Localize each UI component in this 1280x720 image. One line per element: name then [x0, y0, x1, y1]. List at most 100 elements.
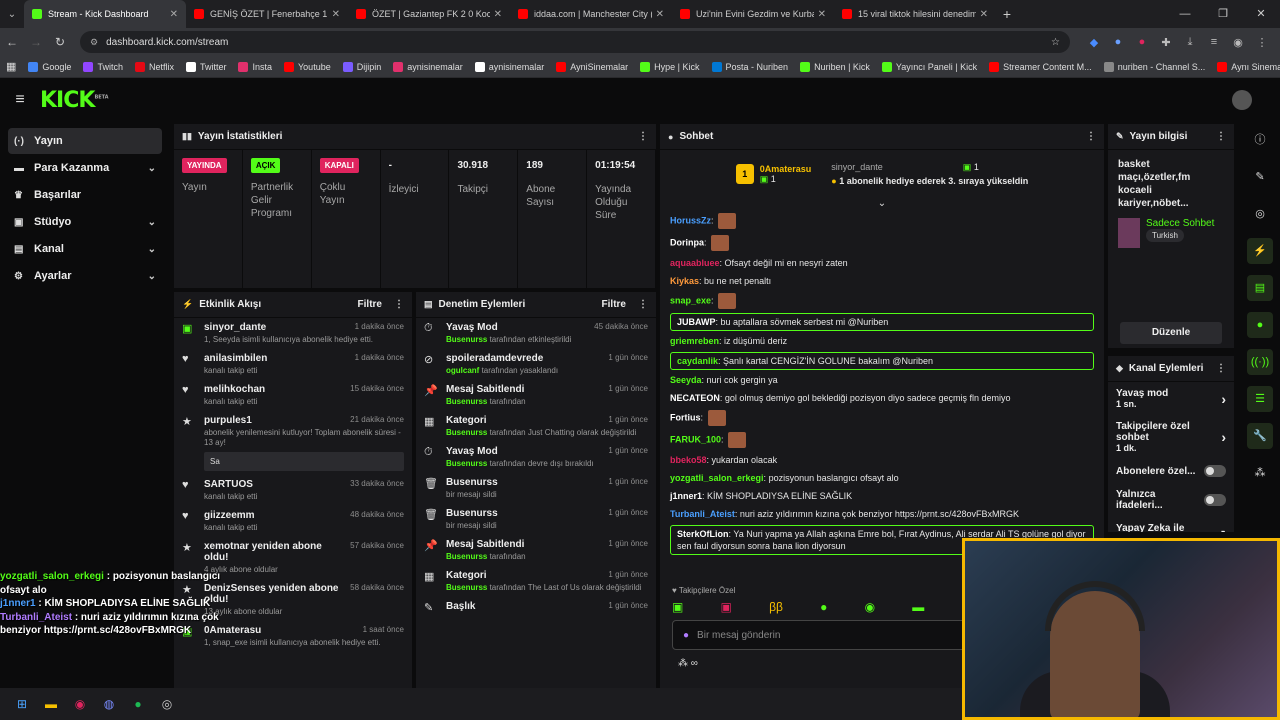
bookmark-item[interactable]: Youtube [284, 61, 331, 72]
info-icon[interactable]: ⓘ [1247, 127, 1273, 153]
chat-username[interactable]: JUBAWP [677, 317, 716, 327]
puzzle-extension-icon[interactable]: ✚ [1154, 36, 1178, 49]
media-control-icon[interactable]: ≡ [1202, 36, 1226, 49]
browser-tab[interactable]: Stream - Kick Dashboard ✕ [24, 0, 186, 28]
microphone-icon[interactable]: ● [683, 630, 689, 641]
emote-icon[interactable]: ◉ [865, 600, 875, 614]
kebab-menu-icon[interactable]: ⋮ [1216, 363, 1226, 374]
filter-button[interactable]: Filtre [358, 299, 382, 310]
bookmark-item[interactable]: Insta [238, 61, 272, 72]
bookmark-item[interactable]: nuriben - Channel S... [1103, 61, 1205, 72]
edit-icon[interactable]: ✎ [1247, 164, 1273, 190]
chat-username[interactable]: bbeko58 [670, 455, 707, 465]
chat-username[interactable]: NECATEON [670, 393, 720, 403]
emote-icon[interactable]: ● [820, 600, 827, 614]
bookmark-item[interactable]: Yayıncı Paneli | Kick [881, 61, 977, 72]
chat-username[interactable]: Fortius [670, 412, 701, 422]
bookmark-item[interactable]: Dijipin [342, 61, 381, 72]
list-icon[interactable]: ☰ [1247, 386, 1273, 412]
kebab-menu-icon[interactable]: ⋮ [1216, 131, 1226, 142]
chat-username[interactable]: SterkOfLion [677, 529, 729, 539]
tab-close-icon[interactable]: ✕ [818, 9, 826, 20]
bookmark-item[interactable]: Hype | Kick [640, 61, 700, 72]
obs-icon[interactable]: ◎ [155, 694, 179, 714]
chat-username[interactable]: yozgatli_salon_erkegi [670, 473, 764, 483]
channel-action-row[interactable]: Takipçilere özel sohbet 1 dk. › [1108, 415, 1234, 459]
reload-icon[interactable]: ↻ [48, 35, 72, 49]
bookmark-item[interactable]: aynisinemalar [393, 61, 463, 72]
chevron-right-icon[interactable]: › [1221, 429, 1226, 445]
more-tools-icon[interactable]: ⁂ [1247, 460, 1273, 486]
bookmark-item[interactable]: Nuriben | Kick [800, 61, 870, 72]
channel-action-row[interactable]: Yalnızca ifadeleri... [1108, 483, 1234, 517]
tab-close-icon[interactable]: ✕ [170, 9, 178, 20]
apps-grid-icon[interactable]: ▦ [6, 60, 16, 73]
kebab-menu-icon[interactable]: ⋮ [394, 299, 404, 310]
sidebar-item-para-kazanma[interactable]: ▬ Para Kazanma ⌄ [8, 155, 162, 181]
url-input[interactable]: ⚙ dashboard.kick.com/stream ☆ [80, 31, 1070, 53]
browser-tab[interactable]: Uzi'nin Evini Gezdim ve Kurbağ ✕ [672, 0, 834, 28]
chat-username[interactable]: Seeyda [670, 375, 702, 385]
lightning-icon[interactable]: ⚡ [1247, 238, 1273, 264]
chat-settings-icon[interactable]: ⁂ ∞ [678, 658, 698, 669]
kebab-menu-icon[interactable]: ⋮ [638, 131, 648, 142]
emote-icon[interactable]: ▣ [721, 600, 732, 614]
channel-action-row[interactable]: Abonelere özel... [1108, 459, 1234, 483]
external-link-icon[interactable]: ↗ [1218, 529, 1226, 533]
shield-extension-icon[interactable]: ◆ [1082, 36, 1106, 49]
back-icon[interactable]: ← [0, 35, 24, 49]
broadcast-icon[interactable]: ((·)) [1247, 349, 1273, 375]
tab-close-icon[interactable]: ✕ [494, 9, 502, 20]
chat-username[interactable]: HorussZz [670, 215, 711, 225]
user-avatar[interactable] [1232, 90, 1252, 110]
sidebar-item-basarilar[interactable]: ♛ Başarılar [8, 182, 162, 208]
sidebar-item-studyo[interactable]: ▣ Stüdyo ⌄ [8, 209, 162, 235]
kebab-menu-icon[interactable]: ⋮ [1086, 131, 1096, 142]
chat-icon[interactable]: ● [1247, 312, 1273, 338]
sidebar-item-yayin[interactable]: (·) Yayın [8, 128, 162, 154]
minimize-icon[interactable]: — [1166, 0, 1204, 28]
channel-action-row[interactable]: Yavaş mod 1 sn. › [1108, 382, 1234, 415]
forward-icon[interactable]: → [24, 35, 48, 49]
bookmark-item[interactable]: aynisinemalar [474, 61, 544, 72]
globe-extension-icon[interactable]: ● [1106, 36, 1130, 49]
windows-start-icon[interactable]: ⊞ [10, 694, 34, 714]
close-window-icon[interactable]: ✕ [1242, 0, 1280, 28]
sidebar-item-ayarlar[interactable]: ⚙ Ayarlar ⌄ [8, 263, 162, 289]
tab-search-icon[interactable]: ⌄ [0, 0, 24, 28]
maximize-icon[interactable]: ❐ [1204, 0, 1242, 28]
channel-action-row[interactable]: Yapay Zeka ile Sohbet Denetimi ↗ [1108, 517, 1234, 532]
record-extension-icon[interactable]: ● [1130, 36, 1154, 49]
emote-icon[interactable]: ββ [769, 600, 783, 614]
download-icon[interactable]: ⤓ [1178, 36, 1202, 49]
kick-logo[interactable]: KICKBETA [40, 88, 109, 113]
kebab-menu-icon[interactable]: ⋮ [638, 299, 648, 310]
profile-avatar-icon[interactable]: ◉ [1226, 36, 1250, 49]
browser-tab[interactable]: ÖZET | Gaziantep FK 2 0 Kocaeli ✕ [348, 0, 510, 28]
tab-close-icon[interactable]: ✕ [332, 9, 340, 20]
collapse-icon[interactable]: ⌄ [660, 198, 1104, 210]
bookmark-item[interactable]: Twitch [83, 61, 123, 72]
bookmark-item[interactable]: AyniSinemalar [556, 61, 628, 72]
chat-username[interactable]: Dorinpa [670, 237, 704, 247]
wrench-icon[interactable]: 🔧 [1247, 423, 1273, 449]
bookmark-star-icon[interactable]: ☆ [1051, 37, 1060, 48]
chat-username[interactable]: griemreben [670, 336, 719, 346]
browser-menu-icon[interactable]: ⋮ [1250, 36, 1274, 49]
discord-icon[interactable]: ◍ [97, 694, 121, 714]
chat-username[interactable]: snap_exe [670, 296, 711, 306]
file-explorer-icon[interactable]: ▬ [39, 694, 63, 714]
chat-username[interactable]: Turbanli_Ateist [670, 509, 735, 519]
bookmark-item[interactable]: Twitter [185, 61, 226, 72]
chrome-icon[interactable]: ◉ [68, 694, 92, 714]
sidebar-item-kanal[interactable]: ▤ Kanal ⌄ [8, 236, 162, 262]
chat-username[interactable]: caydanlik [677, 356, 718, 366]
edit-button[interactable]: Düzenle [1120, 322, 1222, 344]
spotify-icon[interactable]: ● [126, 694, 150, 714]
bookmark-item[interactable]: Posta - Nuriben [711, 61, 788, 72]
toggle-switch[interactable] [1204, 494, 1226, 506]
chevron-right-icon[interactable]: › [1221, 391, 1226, 407]
target-icon[interactable]: ◎ [1247, 201, 1273, 227]
tab-close-icon[interactable]: ✕ [656, 9, 664, 20]
browser-tab[interactable]: iddaa.com | Manchester City (3 ✕ [510, 0, 672, 28]
